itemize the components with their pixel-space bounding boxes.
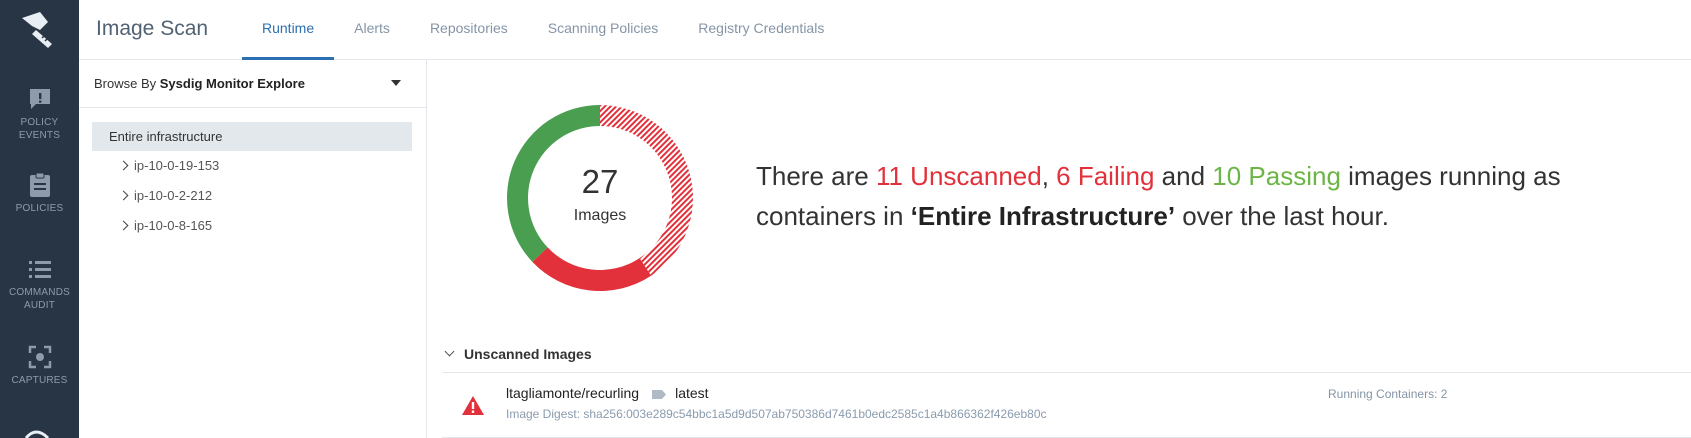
tab-registry-credentials[interactable]: Registry Credentials [678, 0, 844, 60]
tree-node[interactable]: ip-10-0-19-153 [92, 151, 412, 181]
tree-node[interactable]: ip-10-0-8-165 [92, 211, 412, 241]
tag-icon [652, 389, 667, 399]
policy-events-label: POLICY EVENTS [18, 117, 61, 141]
captures-label: CAPTURES [11, 375, 68, 386]
page-title: Image Scan [96, 17, 209, 40]
chevron-right-icon[interactable] [118, 190, 129, 201]
tab-repositories[interactable]: Repositories [410, 0, 528, 60]
left-nav-rail: POLICY EVENTS POLICIES COMMANDS AUDIT CA… [0, 0, 79, 438]
infrastructure-tree: Entire infrastructure ip-10-0-19-153 ip-… [92, 122, 412, 241]
tree-node[interactable]: ip-10-0-2-212 [92, 181, 412, 211]
nav-captures[interactable]: CAPTURES [0, 344, 79, 387]
policies-icon [29, 172, 50, 197]
tab-scanning-policies[interactable]: Scanning Policies [528, 0, 679, 60]
summary-text-part: over the last hour. [1175, 201, 1389, 231]
browse-by-prefix: Browse By [94, 76, 157, 91]
captures-icon [28, 345, 51, 369]
summary-text-part: , [1041, 161, 1057, 191]
policy-events-icon [29, 89, 50, 109]
tab-bar: Runtime Alerts Repositories Scanning Pol… [242, 0, 844, 60]
donut-total-label: Images [574, 207, 626, 224]
commands-audit-label: COMMANDS AUDIT [8, 287, 71, 311]
tree-root-entire-infrastructure[interactable]: Entire infrastructure [92, 122, 412, 151]
browse-panel: Browse By Sysdig Monitor Explore Entire … [79, 60, 427, 438]
browse-by-label: Browse By Sysdig Monitor Explore [94, 76, 305, 91]
more-nav-icon[interactable] [22, 424, 52, 438]
image-name[interactable]: ltagliamonte/recurling [506, 385, 639, 401]
tree-node-label: ip-10-0-19-153 [134, 158, 220, 173]
tree-node-label: ip-10-0-8-165 [134, 218, 213, 233]
sysdig-logo-icon[interactable] [18, 8, 62, 52]
tab-alerts[interactable]: Alerts [334, 0, 410, 60]
summary-text-part: and [1154, 161, 1213, 191]
browse-by-selector[interactable]: Browse By Sysdig Monitor Explore [79, 60, 426, 108]
commands-audit-icon [28, 261, 51, 278]
policies-label: POLICIES [15, 203, 64, 214]
caret-down-icon[interactable] [391, 80, 401, 86]
unscanned-count: 11 Unscanned [875, 161, 1042, 191]
image-digest: sha256:003e289c54bbc1a5d9d507ab750386d74… [583, 407, 1047, 421]
running-containers: Running Containers: 2 [1328, 387, 1448, 401]
scan-summary-text: There are 11 Unscanned, 6 Failing and 10… [756, 156, 1596, 236]
image-digest-label: Image Digest: [506, 407, 584, 421]
summary-text-part: There are [756, 161, 876, 191]
nav-policies[interactable]: POLICIES [0, 172, 79, 215]
chevron-right-icon[interactable] [118, 160, 129, 171]
main-content: 27 Images There are 11 Unscanned, 6 Fail… [428, 60, 1691, 438]
failing-count: 6 Failing [1056, 161, 1155, 191]
scope-name: ‘Entire Infrastructure’ [910, 201, 1176, 231]
image-digest-line: Image Digest: sha256:003e289c54bbc1a5d9d… [506, 407, 1047, 421]
failing-segment[interactable] [532, 247, 652, 291]
donut-total: 27 [582, 163, 619, 200]
unscanned-images-section-header[interactable]: Unscanned Images [442, 340, 1691, 373]
image-name-line: ltagliamonte/recurling latest [506, 385, 709, 401]
top-bar: Image Scan Runtime Alerts Repositories S… [79, 0, 1691, 60]
image-tag: latest [675, 385, 709, 401]
image-row[interactable]: ltagliamonte/recurling latest Image Diges… [442, 374, 1691, 438]
section-title: Unscanned Images [464, 346, 592, 362]
passing-count: 10 Passing [1212, 161, 1341, 191]
browse-by-value: Sysdig Monitor Explore [159, 76, 305, 91]
chevron-right-icon[interactable] [118, 220, 129, 231]
tree-node-label: ip-10-0-2-212 [134, 188, 213, 203]
nav-commands-audit[interactable]: COMMANDS AUDIT [0, 258, 79, 312]
warning-icon [462, 396, 484, 415]
tab-runtime[interactable]: Runtime [242, 0, 335, 60]
nav-policy-events[interactable]: POLICY EVENTS [0, 86, 79, 142]
images-donut-chart: 27 Images [507, 105, 693, 291]
chevron-down-icon[interactable] [444, 346, 455, 357]
